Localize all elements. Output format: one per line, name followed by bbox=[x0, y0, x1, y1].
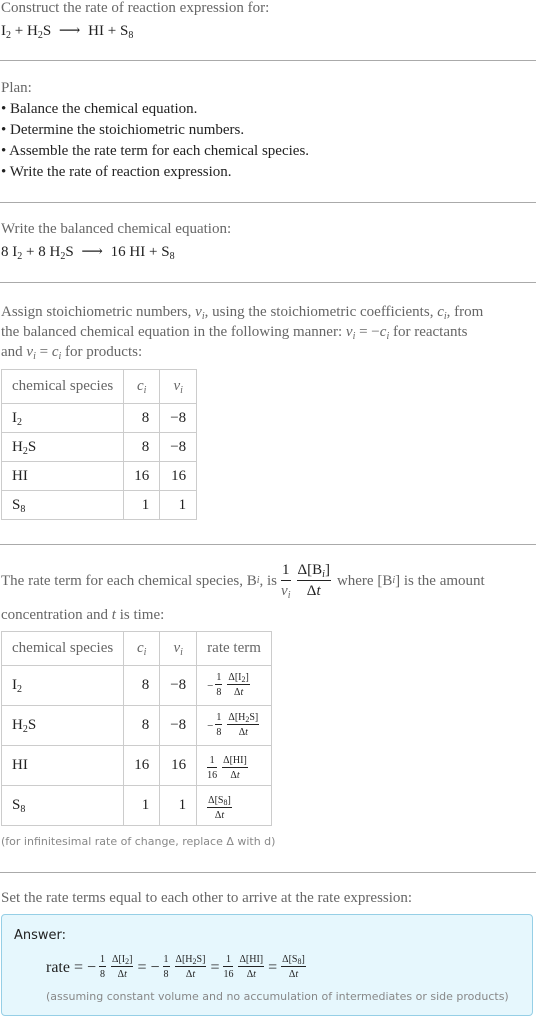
c-cell: 1 bbox=[123, 785, 161, 826]
arrow-icon: ⟶ bbox=[58, 23, 81, 39]
plan-label: Plan: bbox=[1, 80, 32, 96]
balanced-equation: 8 I2 + 8 H2S ⟶ 16 HI + S8 bbox=[1, 244, 175, 262]
rate-term-table: chemical species ci νi rate term I2 8 −8… bbox=[0, 631, 272, 826]
c-cell: 16 bbox=[123, 745, 161, 786]
rate-expression: rate = − 18 Δ[I2] Δt = − 18 Δ[H2S] Δt = 1 16 … bbox=[46, 954, 306, 980]
rate-term-text-line1: The rate term for each chemical species,… bbox=[1, 562, 485, 601]
col-header-c: ci bbox=[123, 369, 161, 404]
c-cell: 8 bbox=[123, 432, 161, 462]
c-cell: 8 bbox=[123, 705, 161, 746]
rate-term-cell: Δ[S8] Δt bbox=[196, 785, 272, 826]
rate-term-I2: Δ[I2] Δt bbox=[111, 954, 134, 980]
balanced-label: Write the balanced chemical equation: bbox=[1, 221, 232, 237]
infinitesimal-note: (for infinitesimal rate of change, repla… bbox=[1, 835, 276, 848]
species-cell: I2 bbox=[0, 403, 125, 433]
problem-title: Construct the rate of reaction expressio… bbox=[1, 0, 270, 16]
col-header-species: chemical species bbox=[0, 631, 125, 666]
stoich-text-line3: and νi = ci for products: bbox=[1, 344, 143, 362]
product-S8: S8 bbox=[119, 23, 134, 41]
table-row: I2 8 −8 bbox=[0, 403, 198, 433]
table-row: HI 16 16 1 16 Δ[HI] Δt bbox=[0, 745, 272, 786]
rate-term-S8: Δ[S8] Δt bbox=[281, 954, 306, 980]
nu-cell: −8 bbox=[159, 665, 198, 706]
species-cell: S8 bbox=[0, 785, 125, 826]
table-row: H2S 8 −8 − 18 Δ[H2S] Δt bbox=[0, 705, 272, 746]
species-cell: S8 bbox=[0, 490, 125, 520]
nu-cell: 16 bbox=[159, 745, 198, 786]
answer-box: Answer: rate = − 18 Δ[I2] Δt = − 18 Δ[H2S] Δ… bbox=[1, 914, 533, 1016]
nu-cell: 16 bbox=[159, 461, 198, 491]
nu-cell: −8 bbox=[159, 403, 198, 433]
col-header-c: ci bbox=[123, 631, 161, 666]
stoich-text-line1: Assign stoichiometric numbers, νi, using… bbox=[1, 304, 484, 322]
rate-term-cell: − 18 Δ[H2S] Δt bbox=[196, 705, 272, 746]
species-cell: H2S bbox=[0, 705, 125, 746]
divider bbox=[0, 544, 536, 545]
nu-cell: −8 bbox=[159, 705, 198, 746]
species-cell: HI bbox=[0, 461, 125, 491]
table-header-row: chemical species ci νi rate term bbox=[0, 631, 272, 666]
divider bbox=[0, 202, 536, 203]
c-cell: 8 bbox=[123, 403, 161, 433]
c-cell: 16 bbox=[123, 461, 161, 491]
rate-term-HI: Δ[HI] Δt bbox=[238, 954, 265, 980]
stoich-table: chemical species ci νi I2 8 −8 H2S 8 −8 … bbox=[0, 369, 198, 520]
rate-term-cell: − 18 Δ[I2] Δt bbox=[196, 665, 272, 706]
rate-term-H2S: Δ[H2S] Δt bbox=[174, 954, 207, 980]
table-row: S8 1 1 Δ[S8] Δt bbox=[0, 785, 272, 826]
col-header-rate-term: rate term bbox=[196, 631, 272, 666]
plan-step: • Write the rate of reaction expression. bbox=[1, 164, 232, 180]
divider bbox=[0, 872, 536, 873]
divider bbox=[0, 60, 536, 61]
answer-label: Answer: bbox=[14, 928, 67, 943]
rate-word: rate bbox=[46, 958, 70, 976]
stoich-text-line2: the balanced chemical equation in the fo… bbox=[1, 324, 468, 342]
table-row: S8 1 1 bbox=[0, 490, 198, 520]
c-cell: 8 bbox=[123, 665, 161, 706]
fraction-one-over-nu: 1 νi bbox=[281, 562, 291, 601]
table-row: HI 16 16 bbox=[0, 461, 198, 491]
nu-cell: −8 bbox=[159, 432, 198, 462]
reactant-H2S: H2S bbox=[26, 23, 52, 41]
reaction-equation: I2 + H2S ⟶ HI + S8 bbox=[1, 23, 134, 41]
reactant-I2: I2 bbox=[1, 23, 11, 41]
assumption-note: (assuming constant volume and no accumul… bbox=[46, 990, 509, 1003]
table-row: H2S 8 −8 bbox=[0, 432, 198, 462]
col-header-species: chemical species bbox=[0, 369, 125, 404]
final-label: Set the rate terms equal to each other t… bbox=[1, 890, 413, 906]
species-cell: HI bbox=[0, 745, 125, 786]
plan-step: • Determine the stoichiometric numbers. bbox=[1, 122, 245, 138]
nu-cell: 1 bbox=[159, 785, 198, 826]
table-header-row: chemical species ci νi bbox=[0, 369, 198, 404]
species-cell: I2 bbox=[0, 665, 125, 706]
plan-step: • Balance the chemical equation. bbox=[1, 101, 198, 117]
col-header-nu: νi bbox=[159, 631, 198, 666]
arrow-icon: ⟶ bbox=[81, 244, 103, 260]
fraction-delta-B-over-delta-t: Δ[Bi] Δt bbox=[296, 562, 331, 599]
nu-cell: 1 bbox=[159, 490, 198, 520]
rate-term-text-line2: concentration and t is time: bbox=[1, 607, 165, 623]
c-cell: 1 bbox=[123, 490, 161, 520]
rate-term-cell: 1 16 Δ[HI] Δt bbox=[196, 745, 272, 786]
plan-step: • Assemble the rate term for each chemic… bbox=[1, 143, 310, 159]
table-row: I2 8 −8 − 18 Δ[I2] Δt bbox=[0, 665, 272, 706]
divider bbox=[0, 282, 536, 283]
species-cell: H2S bbox=[0, 432, 125, 462]
product-HI: HI bbox=[88, 23, 104, 39]
col-header-nu: νi bbox=[159, 369, 198, 404]
